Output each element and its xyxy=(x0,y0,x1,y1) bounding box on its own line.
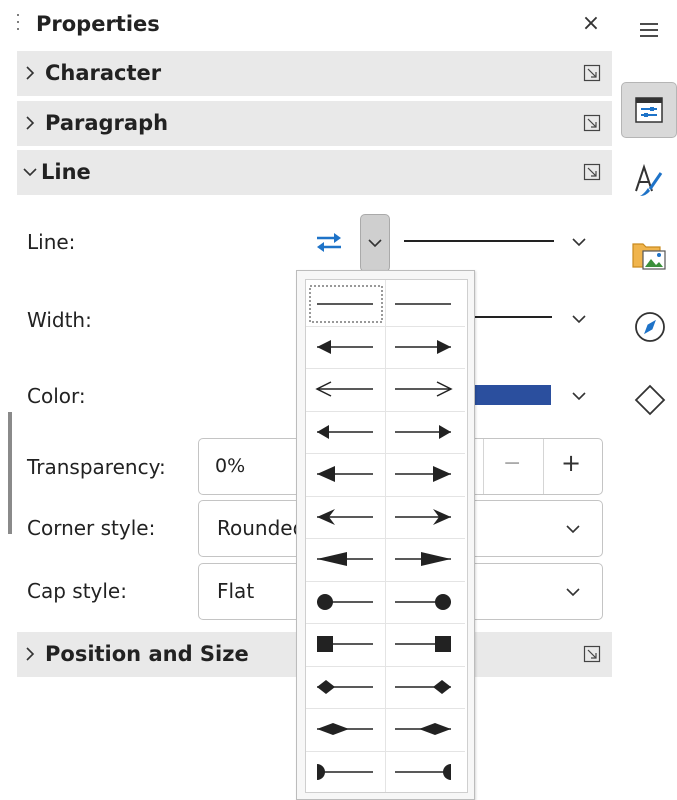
line-arrow-style-icon[interactable] xyxy=(314,230,344,254)
arrow-style-square-right[interactable] xyxy=(387,624,461,664)
sidebar-tab-shapes[interactable] xyxy=(621,373,677,429)
chevron-right-icon xyxy=(26,66,35,80)
more-options-icon[interactable] xyxy=(583,114,601,132)
line-label: Line: xyxy=(27,230,76,254)
sidebar-tab-properties[interactable] xyxy=(621,82,677,138)
arrow-style-diamond-right[interactable] xyxy=(387,667,461,707)
panel-title: Properties xyxy=(36,12,160,36)
arrow-style-short-arrow-right[interactable] xyxy=(387,412,461,452)
chevron-down-icon xyxy=(23,168,37,177)
arrow-style-diamond-left[interactable] xyxy=(309,667,383,707)
arrow-style-long-triangle-right[interactable] xyxy=(387,539,461,579)
arrow-style-wide-diamond-left[interactable] xyxy=(309,709,383,749)
sidebar-tab-gallery[interactable] xyxy=(621,228,677,284)
arrow-style-long-triangle-left[interactable] xyxy=(309,539,383,579)
chevron-down-icon xyxy=(566,588,580,597)
more-options-icon[interactable] xyxy=(583,64,601,82)
arrow-style-triangle-left[interactable] xyxy=(309,454,383,494)
transparency-label: Transparency: xyxy=(27,455,166,479)
line-style-preview[interactable] xyxy=(400,231,555,251)
section-character[interactable]: Character xyxy=(17,51,612,96)
arrow-style-grid xyxy=(305,279,468,793)
shapes-icon xyxy=(634,384,666,416)
sidebar-tab-styles[interactable] xyxy=(621,153,677,209)
color-label: Color: xyxy=(27,384,86,408)
arrow-style-square-left[interactable] xyxy=(309,624,383,664)
arrow-style-none[interactable] xyxy=(309,284,383,324)
chevron-down-icon[interactable] xyxy=(571,237,587,247)
arrow-style-triangle-right[interactable] xyxy=(387,454,461,494)
more-options-icon[interactable] xyxy=(583,163,601,181)
navigator-icon xyxy=(635,312,665,342)
arrow-style-popup xyxy=(296,270,475,800)
arrow-style-arrow-left[interactable] xyxy=(309,327,383,367)
arrow-style-none[interactable] xyxy=(387,284,461,324)
properties-header: Properties × xyxy=(0,0,612,50)
section-paragraph[interactable]: Paragraph xyxy=(17,101,612,146)
chevron-down-icon[interactable] xyxy=(571,391,587,401)
splitter-handle[interactable] xyxy=(8,412,12,534)
width-label: Width: xyxy=(27,308,92,332)
grid-divider xyxy=(385,280,386,792)
more-options-icon[interactable] xyxy=(583,645,601,663)
sidebar-tab-navigator[interactable] xyxy=(621,300,677,356)
increase-button[interactable]: + xyxy=(561,449,581,477)
close-button[interactable]: × xyxy=(578,10,604,38)
arrow-style-short-arrow-left[interactable] xyxy=(309,412,383,452)
chevron-down-icon[interactable] xyxy=(571,314,587,324)
width-preview[interactable] xyxy=(470,316,552,318)
decrease-button[interactable]: − xyxy=(503,451,521,476)
arrow-style-half-circle-right[interactable] xyxy=(387,752,461,792)
grip-icon[interactable] xyxy=(16,14,20,36)
arrow-style-circle-left[interactable] xyxy=(309,582,383,622)
arrow-style-open-arrow-right[interactable] xyxy=(387,369,461,409)
arrow-style-concave-right[interactable] xyxy=(387,497,461,537)
arrow-style-half-circle-left[interactable] xyxy=(309,752,383,792)
arrow-style-circle-right[interactable] xyxy=(387,582,461,622)
gallery-icon xyxy=(632,243,666,270)
cap-style-label: Cap style: xyxy=(27,579,127,603)
section-paragraph-label: Paragraph xyxy=(45,111,169,135)
section-position-label: Position and Size xyxy=(45,642,249,666)
corner-style-label: Corner style: xyxy=(27,516,156,540)
hamburger-menu-icon[interactable] xyxy=(638,20,660,40)
chevron-down-icon xyxy=(566,525,580,534)
arrow-style-concave-left[interactable] xyxy=(309,497,383,537)
arrow-style-dropdown-button[interactable] xyxy=(360,214,390,272)
arrow-style-wide-diamond-right[interactable] xyxy=(387,709,461,749)
section-line-label: Line xyxy=(41,160,91,184)
styles-icon xyxy=(635,163,663,196)
section-line[interactable]: Line xyxy=(17,150,612,195)
corner-style-value: Rounded xyxy=(217,516,306,540)
arrow-style-arrow-right[interactable] xyxy=(387,327,461,367)
section-character-label: Character xyxy=(45,61,162,85)
transparency-value[interactable]: 0% xyxy=(215,455,245,477)
color-swatch[interactable] xyxy=(470,385,551,405)
arrow-style-open-arrow-left[interactable] xyxy=(309,369,383,409)
chevron-down-icon xyxy=(368,239,382,248)
properties-icon xyxy=(635,97,663,123)
chevron-right-icon xyxy=(26,647,35,661)
chevron-right-icon xyxy=(26,116,35,130)
cap-style-value: Flat xyxy=(217,579,255,603)
